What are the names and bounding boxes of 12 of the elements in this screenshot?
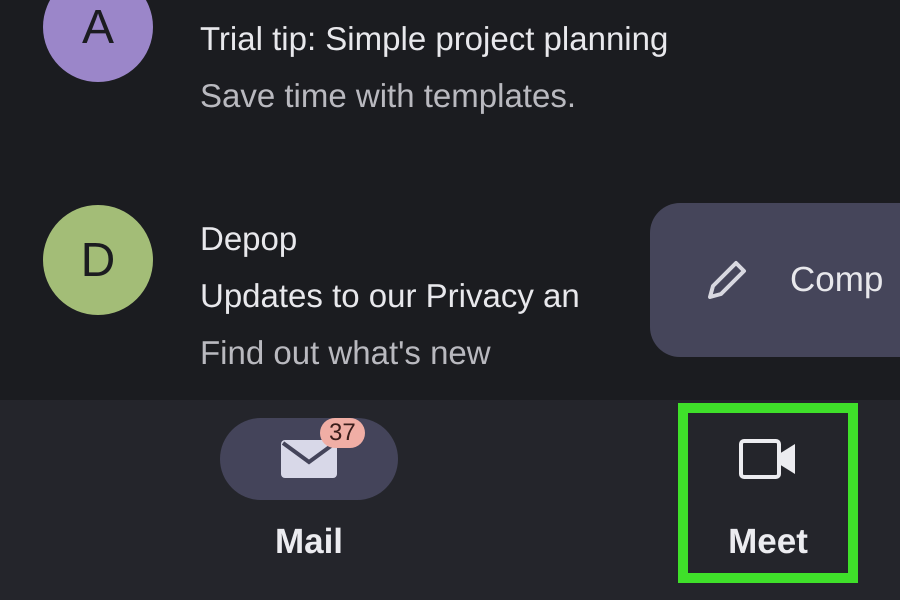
nav-tab[interactable]: 37 Mail bbox=[219, 403, 399, 583]
email-snippet: Find out what's new bbox=[200, 333, 492, 373]
avatar: A bbox=[43, 0, 153, 82]
video-camera-icon bbox=[738, 438, 798, 480]
avatar: D bbox=[43, 205, 153, 315]
compose-button[interactable]: Comp bbox=[650, 203, 900, 357]
email-subject: Updates to our Privacy an bbox=[200, 276, 580, 316]
email-snippet: Save time with templates. bbox=[200, 76, 577, 116]
unread-count-badge: 37 bbox=[320, 418, 365, 448]
nav-tab[interactable]: Meet bbox=[678, 403, 858, 583]
sender-name: Depop bbox=[200, 219, 298, 259]
email-subject: Trial tip: Simple project planning bbox=[200, 19, 668, 59]
